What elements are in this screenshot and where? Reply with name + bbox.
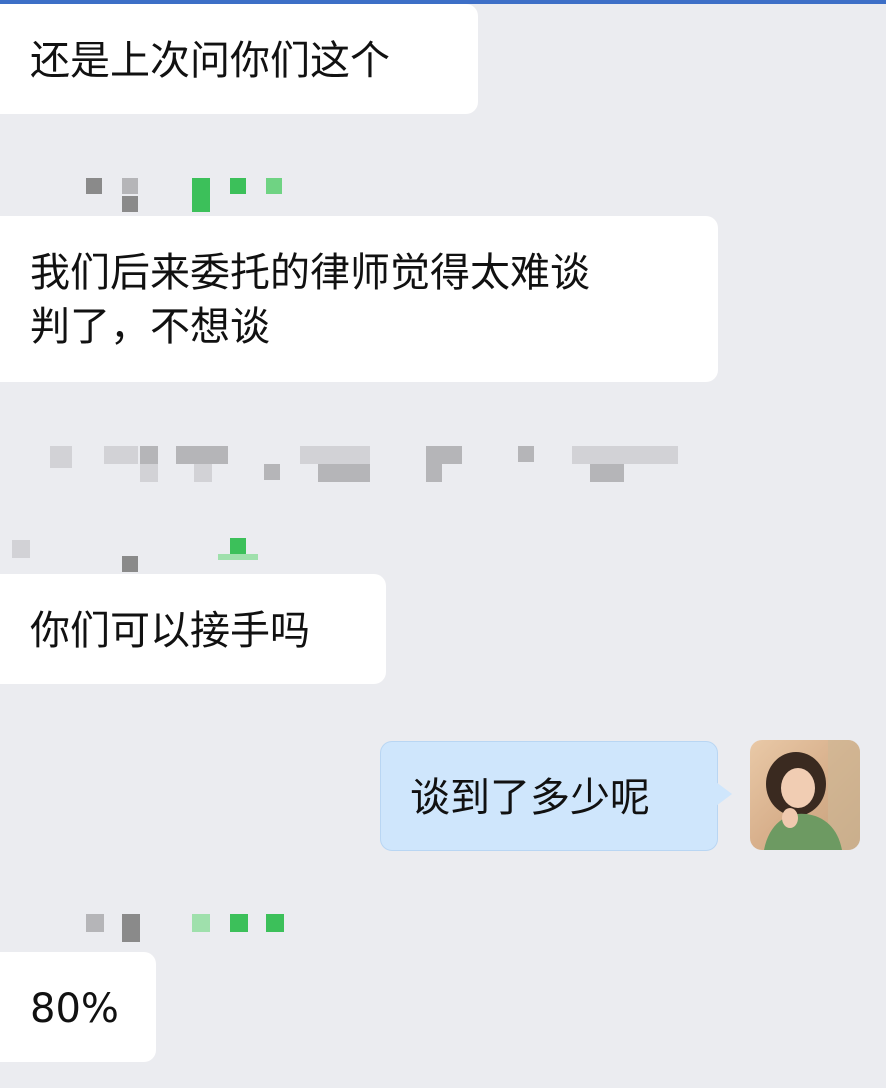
chat-message-area[interactable]: 还是上次问你们这个 我们后来委托的律师觉得太难谈 判了，不想谈 你们可以接手吗 … <box>0 0 886 1088</box>
outgoing-message-bubble[interactable]: 谈到了多少呢 <box>380 741 718 851</box>
incoming-message-bubble[interactable]: 我们后来委托的律师觉得太难谈 判了，不想谈 <box>0 216 718 382</box>
incoming-message-bubble[interactable]: 还是上次问你们这个 <box>0 4 478 114</box>
avatar-photo-icon <box>750 740 860 850</box>
incoming-message-bubble[interactable]: 你们可以接手吗 <box>0 574 386 684</box>
user-avatar[interactable] <box>750 740 860 850</box>
incoming-message-bubble[interactable]: 80% <box>0 952 156 1062</box>
outgoing-bubble-tail <box>716 782 732 806</box>
